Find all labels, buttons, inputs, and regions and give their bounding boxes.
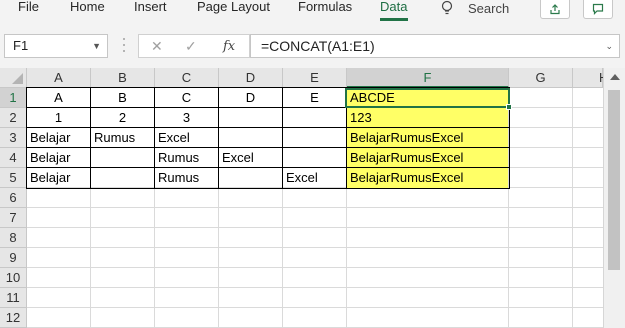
row-header-8[interactable]: 8 xyxy=(0,228,27,248)
column-header-c[interactable]: C xyxy=(155,68,219,88)
column-header-h[interactable]: H xyxy=(573,68,608,88)
cell-c1[interactable]: C xyxy=(155,88,218,108)
cell-f3[interactable]: BelajarRumusExcel xyxy=(347,128,508,148)
comment-icon xyxy=(592,3,604,15)
cell-f5[interactable]: BelajarRumusExcel xyxy=(347,168,508,188)
active-tab-indicator xyxy=(380,18,408,21)
gridline xyxy=(508,88,509,328)
formula-input[interactable]: =CONCAT(A1:E1) ⌄ xyxy=(250,34,620,58)
cell-e1[interactable]: E xyxy=(283,88,346,108)
ribbon-tab-bar: File Home Insert Page Layout Formulas Da… xyxy=(0,0,625,22)
row-header-2[interactable]: 2 xyxy=(0,108,27,128)
cell-a5[interactable]: Belajar xyxy=(27,168,90,188)
cell-c3[interactable]: Excel xyxy=(155,128,218,148)
formula-text: =CONCAT(A1:E1) xyxy=(261,38,375,54)
cell-d1[interactable]: D xyxy=(219,88,282,108)
gridline xyxy=(27,207,603,208)
row-header-10[interactable]: 10 xyxy=(0,268,27,288)
gridline xyxy=(572,88,573,328)
table-border xyxy=(154,88,155,188)
formula-bar-buttons: ✕ ✓ fx xyxy=(138,34,250,58)
table-border xyxy=(90,88,91,188)
cancel-icon[interactable]: ✕ xyxy=(151,38,163,55)
table-border xyxy=(282,88,283,188)
row-header-9[interactable]: 9 xyxy=(0,248,27,268)
tab-insert[interactable]: Insert xyxy=(134,0,167,22)
table-border xyxy=(218,88,219,188)
cell-f4[interactable]: BelajarRumusExcel xyxy=(347,148,508,168)
cell-f2[interactable]: 123 xyxy=(347,108,508,128)
table-border xyxy=(27,127,509,128)
enter-icon[interactable]: ✓ xyxy=(185,38,197,55)
column-header-f[interactable]: F xyxy=(347,68,509,88)
gridline xyxy=(27,227,603,228)
chevron-down-icon[interactable]: ▼ xyxy=(92,35,101,57)
column-header-e[interactable]: E xyxy=(283,68,347,88)
search-box[interactable]: Search xyxy=(440,0,509,16)
cell-a2[interactable]: 1 xyxy=(27,108,90,128)
vertical-scrollbar[interactable] xyxy=(603,68,625,328)
gridline xyxy=(27,247,603,248)
cell-c5[interactable]: Rumus xyxy=(155,168,218,188)
column-header-d[interactable]: D xyxy=(219,68,283,88)
scrollbar-thumb[interactable] xyxy=(608,90,620,270)
fill-handle[interactable] xyxy=(506,104,512,110)
row-header-12[interactable]: 12 xyxy=(0,308,27,328)
share-icon xyxy=(550,4,560,15)
row-header-1[interactable]: 1 xyxy=(0,88,27,108)
table-border xyxy=(27,167,509,168)
select-all-button[interactable] xyxy=(0,68,27,88)
tab-file[interactable]: File xyxy=(18,0,39,22)
search-label: Search xyxy=(468,0,510,16)
cell-a3[interactable]: Belajar xyxy=(27,128,90,148)
row-header-5[interactable]: 5 xyxy=(0,168,27,188)
column-header-g[interactable]: G xyxy=(509,68,573,88)
cell-c2[interactable]: 3 xyxy=(155,108,218,128)
insert-function-icon[interactable]: fx xyxy=(223,39,235,54)
name-box-value: F1 xyxy=(13,38,29,53)
worksheet-grid[interactable]: A B C D E F G H 1 2 3 4 5 6 7 8 9 10 11 … xyxy=(0,68,625,328)
column-header-a[interactable]: A xyxy=(27,68,91,88)
name-box[interactable]: F1 ▼ xyxy=(4,34,108,58)
row-header-7[interactable]: 7 xyxy=(0,208,27,228)
gridline xyxy=(27,307,603,308)
cell-b3[interactable]: Rumus xyxy=(91,128,154,148)
scroll-up-icon[interactable] xyxy=(610,74,620,80)
cell-a1[interactable]: A xyxy=(27,88,90,108)
active-cell-selection xyxy=(345,88,510,108)
row-header-3[interactable]: 3 xyxy=(0,128,27,148)
cell-a4[interactable]: Belajar xyxy=(27,148,90,168)
row-header-11[interactable]: 11 xyxy=(0,288,27,308)
formula-bar-splitter[interactable] xyxy=(123,38,126,52)
column-header-b[interactable]: B xyxy=(91,68,155,88)
gridline xyxy=(27,287,603,288)
gridline xyxy=(27,267,603,268)
lightbulb-icon xyxy=(441,0,453,15)
row-header-6[interactable]: 6 xyxy=(0,188,27,208)
tab-page-layout[interactable]: Page Layout xyxy=(197,0,270,22)
cell-d4[interactable]: Excel xyxy=(219,148,282,168)
share-button[interactable] xyxy=(540,0,570,19)
expand-formula-bar-icon[interactable]: ⌄ xyxy=(605,35,613,57)
table-border xyxy=(27,147,509,148)
tab-home[interactable]: Home xyxy=(70,0,105,22)
cell-b2[interactable]: 2 xyxy=(91,108,154,128)
cell-c4[interactable]: Rumus xyxy=(155,148,218,168)
cell-e5[interactable]: Excel xyxy=(283,168,346,188)
tab-formulas[interactable]: Formulas xyxy=(298,0,352,22)
formula-bar: F1 ▼ ✕ ✓ fx =CONCAT(A1:E1) ⌄ xyxy=(0,22,625,68)
row-header-4[interactable]: 4 xyxy=(0,148,27,168)
comments-button[interactable] xyxy=(583,0,613,19)
cell-b1[interactable]: B xyxy=(91,88,154,108)
